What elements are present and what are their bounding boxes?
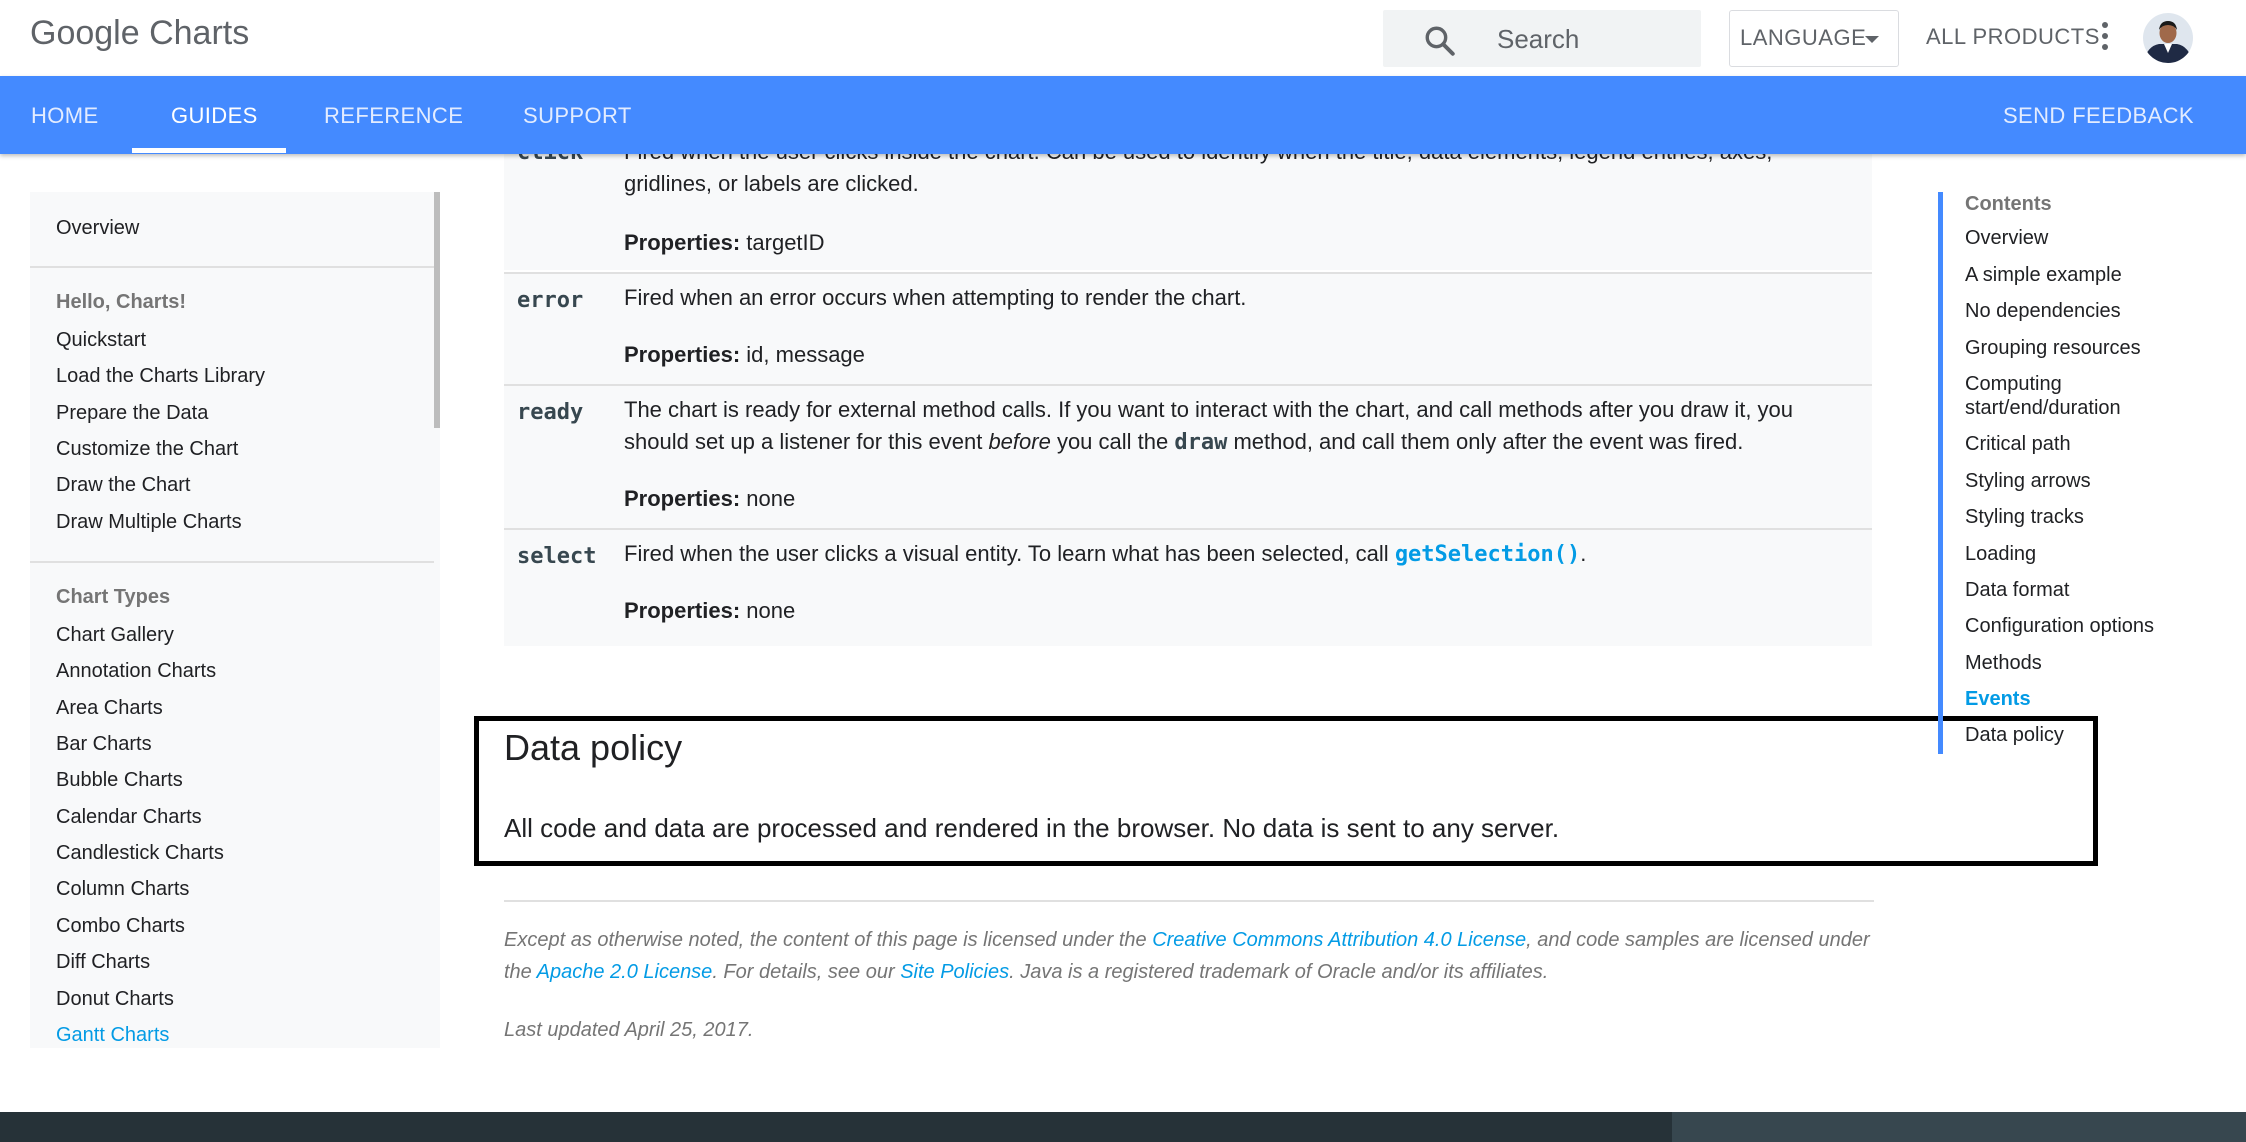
toc-item-styling-tracks[interactable]: Styling tracks (1965, 505, 2205, 529)
sidebar-divider (30, 266, 434, 268)
sidebar-item-chart-gallery[interactable]: Chart Gallery (56, 624, 174, 647)
sidebar-item-calendar[interactable]: Calendar Charts (56, 806, 202, 829)
event-name: error (517, 288, 584, 313)
search-icon[interactable] (1423, 24, 1457, 58)
sidebar-item-gantt[interactable]: Gantt Charts (56, 1024, 169, 1047)
sidebar-item-annotation[interactable]: Annotation Charts (56, 660, 216, 683)
toc-item-computing[interactable]: Computing start/end/duration (1965, 372, 2205, 420)
event-name: ready (517, 400, 584, 425)
sidebar-item-quickstart[interactable]: Quickstart (56, 329, 146, 352)
sidebar-heading-hello: Hello, Charts! (56, 291, 187, 313)
table-row: select Fired when the user clicks a visu… (504, 528, 1872, 646)
site-policies-link[interactable]: Site Policies (900, 961, 1009, 983)
event-description: Fired when the user clicks a visual enti… (624, 541, 1587, 567)
toc-item-grouping[interactable]: Grouping resources (1965, 336, 2205, 360)
all-products-button[interactable]: ALL PRODUCTS (1926, 24, 2100, 50)
data-policy-text: All code and data are processed and rend… (504, 813, 1560, 843)
chevron-down-icon (1865, 36, 1879, 43)
event-name: select (517, 544, 597, 569)
toc-item-config-options[interactable]: Configuration options (1965, 614, 2205, 638)
sidebar-item-draw-chart[interactable]: Draw the Chart (56, 474, 191, 497)
page-footer (0, 1112, 2246, 1142)
sidebar-item-combo[interactable]: Combo Charts (56, 915, 185, 938)
active-tab-indicator (132, 148, 286, 153)
sidebar-item-bubble[interactable]: Bubble Charts (56, 769, 183, 792)
event-description: Fired when an error occurs when attempti… (624, 285, 1247, 310)
sidebar-item-load-library[interactable]: Load the Charts Library (56, 365, 265, 388)
sidebar-item-candlestick[interactable]: Candlestick Charts (56, 842, 224, 865)
search-box[interactable]: Search (1383, 10, 1701, 67)
table-of-contents: Contents Overview A simple example No de… (1938, 192, 2223, 754)
tab-reference[interactable]: REFERENCE (324, 103, 463, 129)
sidebar-item-column[interactable]: Column Charts (56, 878, 189, 901)
event-description: The chart is ready for external method c… (624, 397, 1794, 455)
language-label: LANGUAGE (1740, 25, 1867, 50)
last-updated: Last updated April 25, 2017. (504, 1019, 754, 1041)
site-logo[interactable]: Google Charts (30, 14, 249, 53)
toc-item-critical-path[interactable]: Critical path (1965, 432, 2205, 456)
search-input[interactable]: Search (1497, 24, 1579, 55)
tab-home[interactable]: HOME (31, 103, 99, 129)
top-bar: Google Charts Search LANGUAGE ALL PRODUC… (0, 0, 2246, 76)
table-row: error Fired when an error occurs when at… (504, 272, 1872, 384)
sidebar-item-overview[interactable]: Overview (56, 217, 139, 240)
event-properties: Properties: targetID (624, 230, 825, 255)
toc-item-data-policy[interactable]: Data policy (1965, 723, 2205, 747)
content-divider (504, 900, 1874, 902)
sidebar-divider (30, 561, 434, 563)
left-sidebar: Overview Hello, Charts! Quickstart Load … (30, 192, 440, 1048)
data-policy-section: Data policy All code and data are proces… (474, 716, 2098, 866)
data-policy-heading: Data policy (504, 727, 683, 768)
sidebar-item-area[interactable]: Area Charts (56, 697, 163, 720)
cc-license-link[interactable]: Creative Commons Attribution 4.0 License (1152, 929, 1526, 951)
send-feedback-button[interactable]: SEND FEEDBACK (2003, 103, 2194, 129)
sidebar-item-draw-multiple[interactable]: Draw Multiple Charts (56, 511, 242, 534)
getselection-link[interactable]: getSelection() (1395, 542, 1580, 567)
apache-license-link[interactable]: Apache 2.0 License (537, 961, 713, 983)
table-row: ready The chart is ready for external me… (504, 384, 1872, 528)
event-properties: Properties: id, message (624, 342, 865, 367)
sidebar-scroll-thumb[interactable] (434, 192, 440, 428)
sidebar-item-bar[interactable]: Bar Charts (56, 733, 152, 756)
language-select[interactable]: LANGUAGE (1729, 10, 1899, 67)
event-properties: Properties: none (624, 486, 796, 511)
avatar[interactable] (2143, 13, 2193, 63)
primary-nav: HOME GUIDES REFERENCE SUPPORT SEND FEEDB… (0, 76, 2246, 154)
sidebar-item-donut[interactable]: Donut Charts (56, 988, 174, 1011)
toc-item-methods[interactable]: Methods (1965, 651, 2205, 675)
event-properties: Properties: none (624, 598, 796, 623)
sidebar-item-prepare-data[interactable]: Prepare the Data (56, 402, 208, 425)
more-vert-icon[interactable] (2099, 22, 2111, 54)
toc-item-data-format[interactable]: Data format (1965, 578, 2205, 602)
tab-support[interactable]: SUPPORT (523, 103, 632, 129)
toc-heading: Contents (1965, 193, 2052, 215)
toc-item-simple-example[interactable]: A simple example (1965, 263, 2205, 287)
toc-item-events[interactable]: Events (1965, 687, 2205, 711)
sidebar-item-diff[interactable]: Diff Charts (56, 951, 150, 974)
tab-guides[interactable]: GUIDES (171, 103, 258, 129)
sidebar-item-customize[interactable]: Customize the Chart (56, 438, 238, 461)
toc-item-loading[interactable]: Loading (1965, 542, 2205, 566)
toc-item-overview[interactable]: Overview (1965, 226, 2205, 250)
toc-item-no-dependencies[interactable]: No dependencies (1965, 299, 2205, 323)
sidebar-heading-chart-types: Chart Types (56, 586, 171, 608)
toc-item-styling-arrows[interactable]: Styling arrows (1965, 469, 2205, 493)
license-text: Except as otherwise noted, the content o… (504, 929, 1870, 983)
footer-panel (1672, 1112, 2246, 1142)
